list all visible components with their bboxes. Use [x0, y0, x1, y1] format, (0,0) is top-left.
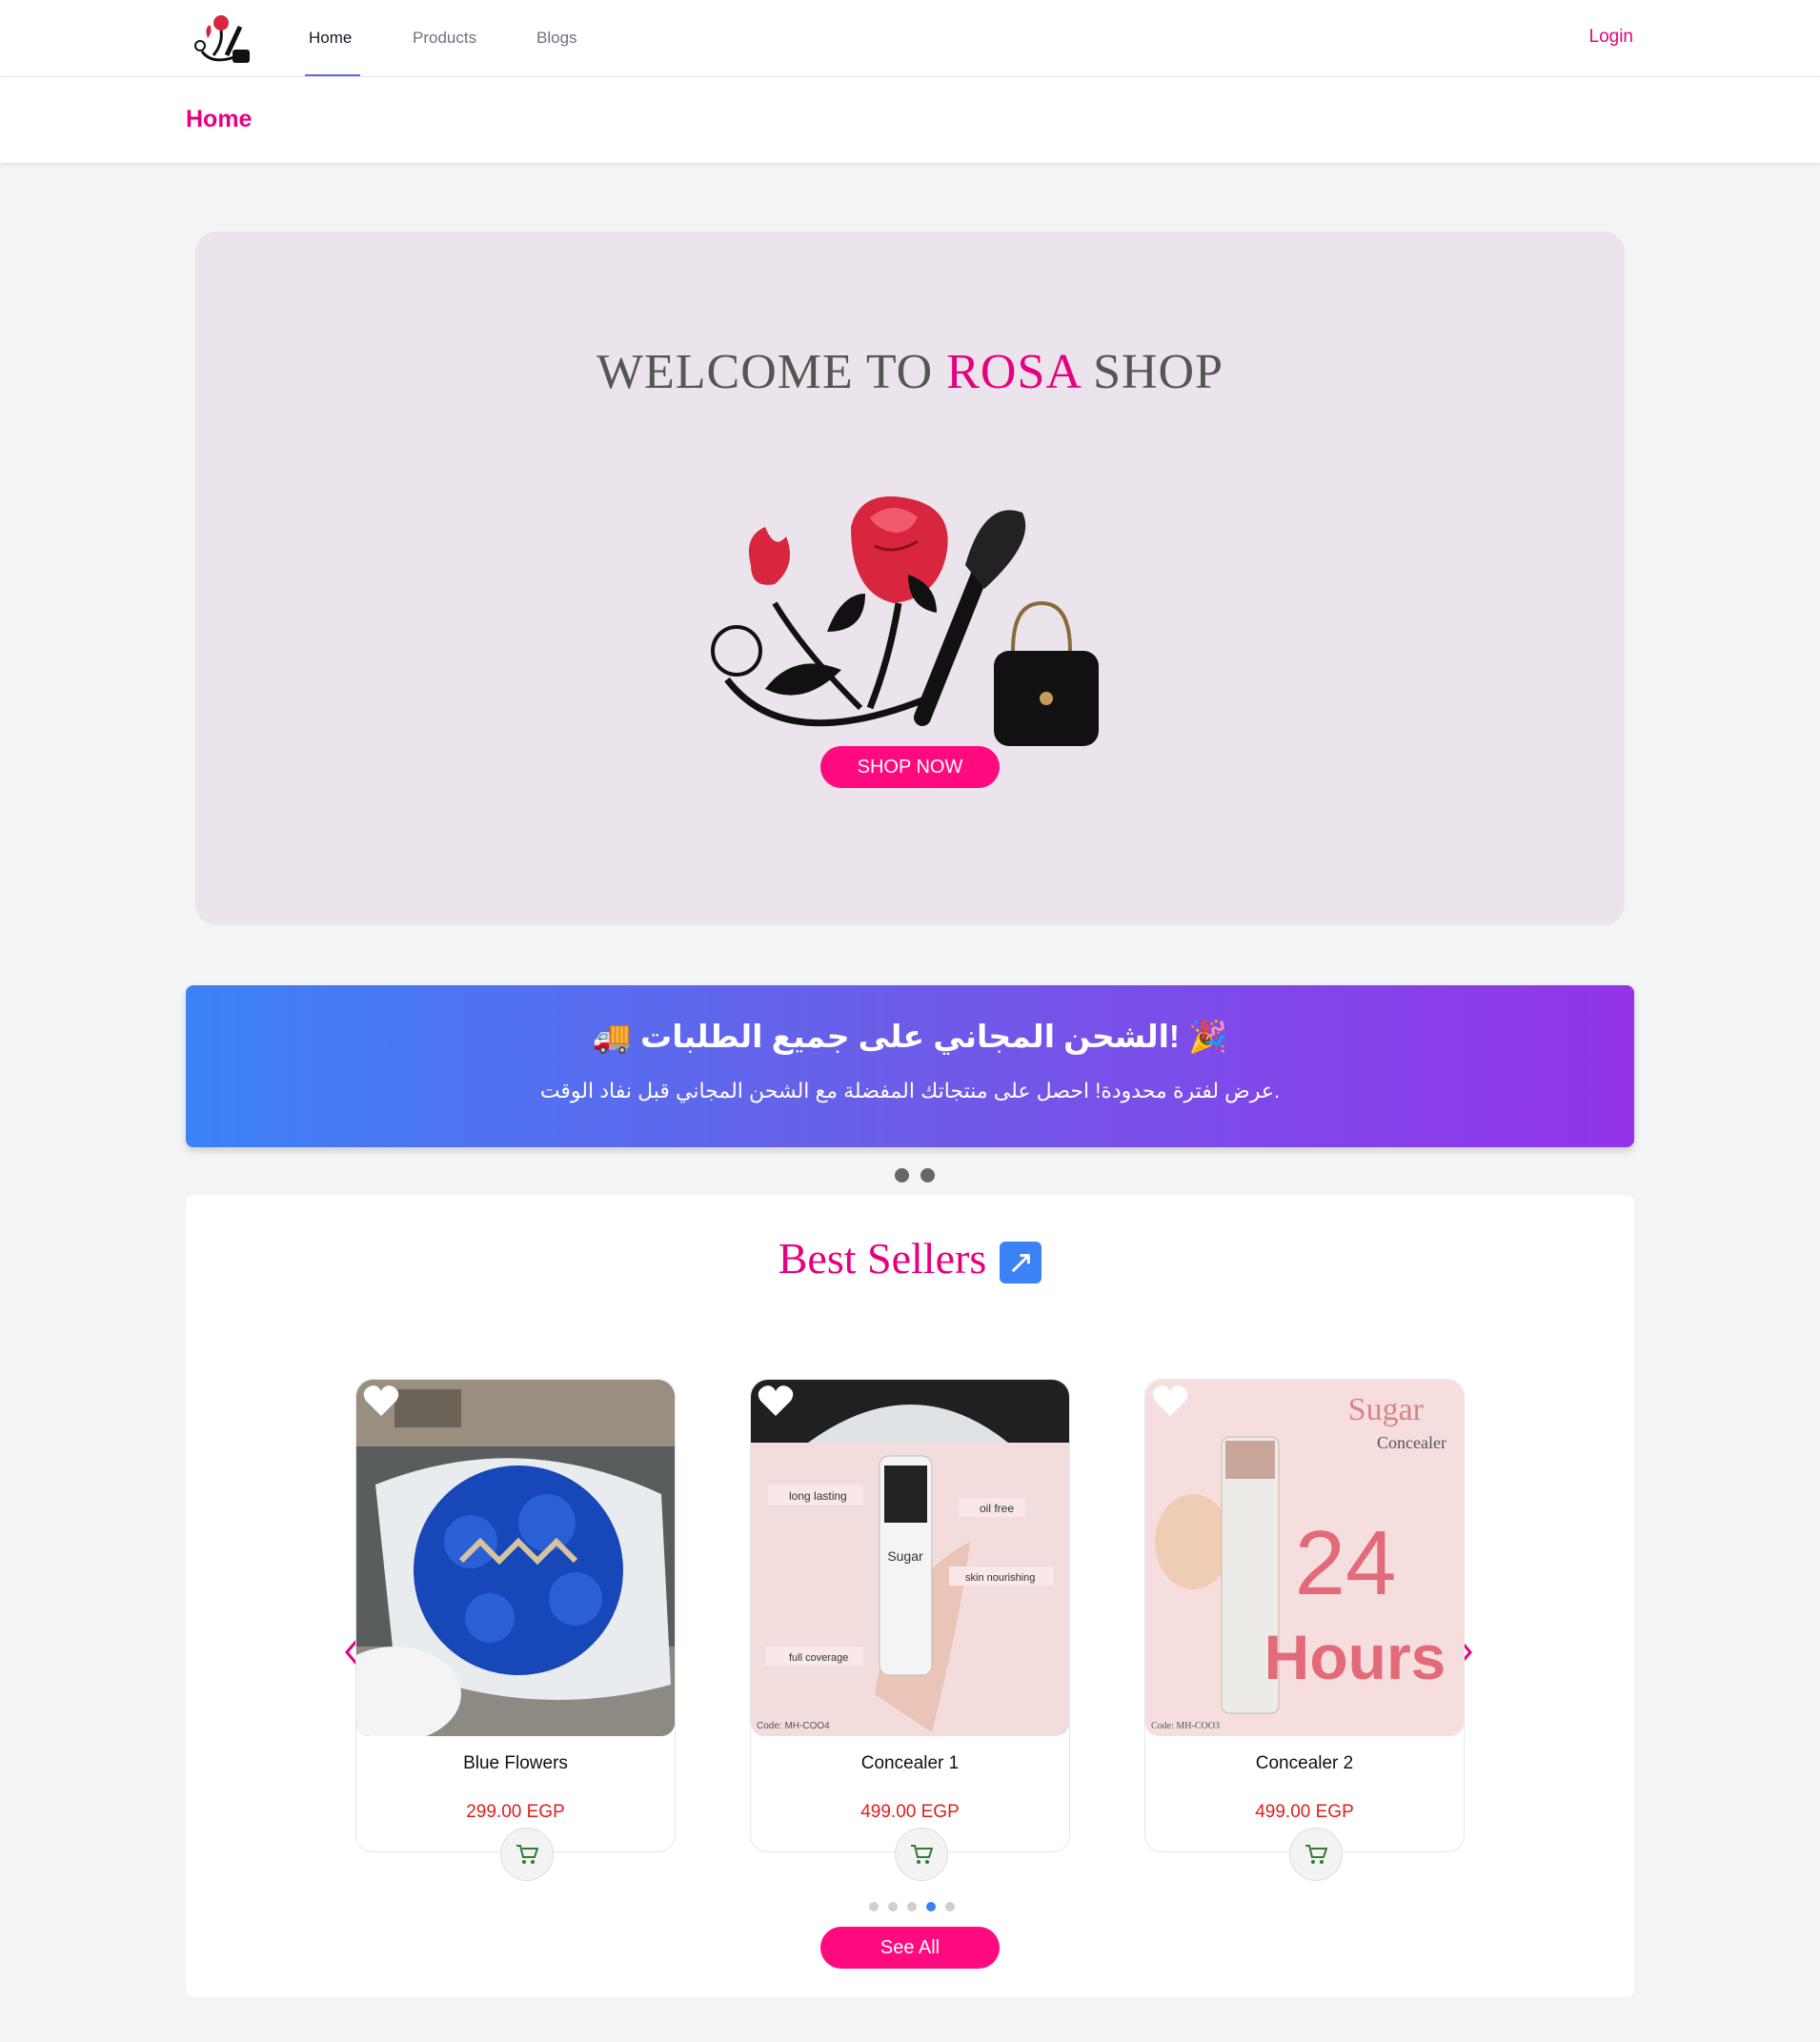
image-text: 24 [1295, 1512, 1397, 1614]
shop-now-button[interactable]: SHOP NOW [820, 746, 1000, 788]
product-price: 499.00 EGP [1255, 1802, 1354, 1822]
page-title: Home [186, 106, 253, 132]
product-name[interactable]: Concealer 1 [751, 1753, 1069, 1774]
image-text: Sugar [1348, 1392, 1425, 1427]
page-dot[interactable] [907, 1902, 917, 1911]
top-navbar: Home Products Blogs Login [0, 0, 1820, 77]
login-link[interactable]: Login [1589, 27, 1634, 48]
page-header: Home [0, 77, 1820, 163]
image-text: skin nourishing [965, 1572, 1035, 1584]
product-image-concealer-2[interactable]: Sugar Concealer 24 Hours Code: MH-COO3 [1145, 1380, 1464, 1736]
product-card[interactable]: Sugar Concealer 24 Hours Code: MH-COO3 C… [1144, 1379, 1465, 1881]
image-text: Code: MH-COO3 [1151, 1721, 1220, 1731]
favorite-heart-icon[interactable] [757, 1384, 795, 1418]
best-sellers-title: Best Sellers ↗ [186, 1233, 1634, 1284]
add-to-cart-button[interactable] [1289, 1828, 1343, 1881]
image-text: Concealer [1377, 1433, 1446, 1452]
image-text: Hours [1264, 1622, 1446, 1692]
image-text: long lasting [789, 1489, 847, 1503]
image-text: Sugar [887, 1548, 923, 1564]
product-card[interactable]: Sugar long lasting oil free skin nourish… [750, 1379, 1070, 1881]
hero-title: WELCOME TO ROSA SHOP [195, 344, 1625, 400]
promo-subtitle: .عرض لفترة محدودة! احصل على منتجاتك المف… [539, 1079, 1281, 1102]
promo-dot[interactable] [920, 1168, 935, 1183]
add-to-cart-button[interactable] [500, 1828, 554, 1881]
cart-icon [911, 1845, 933, 1864]
promo-carousel-dots [889, 1168, 940, 1187]
page-dot[interactable] [888, 1902, 898, 1911]
favorite-heart-icon[interactable] [1151, 1384, 1189, 1418]
image-text: full coverage [789, 1652, 848, 1664]
product-name[interactable]: Concealer 2 [1145, 1753, 1464, 1774]
product-image-concealer-1[interactable]: Sugar long lasting oil free skin nourish… [751, 1380, 1069, 1736]
promo-dot[interactable] [895, 1168, 909, 1183]
promo-title: 🎉 !الشحن المجاني على جميع الطلبات 🚚 [592, 1019, 1228, 1054]
product-name[interactable]: Blue Flowers [356, 1753, 675, 1774]
page-dot-active[interactable] [926, 1902, 936, 1911]
image-text: Code: MH-COO4 [757, 1721, 830, 1731]
nav-home[interactable]: Home [309, 29, 352, 48]
page-dot[interactable] [945, 1902, 955, 1911]
nav-active-indicator [305, 74, 360, 76]
see-all-button[interactable]: See All [820, 1927, 1000, 1969]
add-to-cart-button[interactable] [895, 1828, 948, 1881]
rosa-hero-logo [711, 496, 1099, 746]
hero-banner: WELCOME TO ROSA SHOP SHOP NOW [195, 232, 1625, 925]
free-shipping-banner: 🎉 !الشحن المجاني على جميع الطلبات 🚚 .عرض… [186, 985, 1634, 1147]
page-dot[interactable] [869, 1902, 879, 1911]
rosa-logo[interactable] [189, 13, 255, 67]
image-text: oil free [980, 1502, 1014, 1515]
cart-icon [1305, 1845, 1327, 1864]
product-price: 499.00 EGP [860, 1802, 960, 1822]
hero-title-suffix: SHOP [1080, 345, 1224, 399]
product-price: 299.00 EGP [466, 1802, 565, 1822]
best-sellers-heading: Best Sellers [778, 1234, 987, 1283]
best-sellers-section: Best Sellers ↗ Blue Flowers 299.00 EGP S… [186, 1195, 1634, 1997]
arrow-up-right-icon: ↗ [1000, 1242, 1042, 1284]
nav-blogs[interactable]: Blogs [536, 29, 577, 48]
hero-title-accent: ROSA [946, 345, 1081, 399]
product-image-blue-flowers[interactable] [356, 1380, 675, 1736]
cart-icon [516, 1845, 538, 1864]
product-card[interactable]: Blue Flowers 299.00 EGP [355, 1379, 676, 1881]
nav-products[interactable]: Products [413, 29, 476, 48]
favorite-heart-icon[interactable] [362, 1384, 400, 1418]
carousel-pagination [864, 1899, 960, 1916]
hero-title-prefix: WELCOME TO [596, 345, 947, 399]
